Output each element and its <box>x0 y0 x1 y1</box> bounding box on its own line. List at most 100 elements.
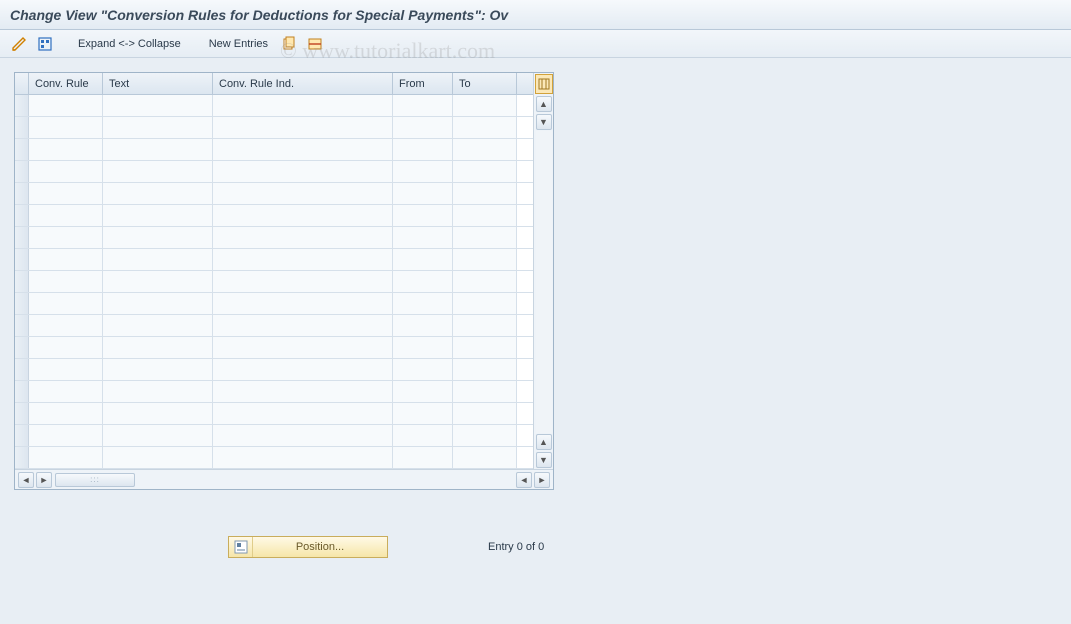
copy-icon[interactable] <box>280 35 298 53</box>
cell-from[interactable] <box>393 293 453 314</box>
cell-from[interactable] <box>393 205 453 226</box>
cell-from[interactable] <box>393 425 453 446</box>
cell-conv-rule-ind[interactable] <box>213 95 393 116</box>
scroll-up-bottom-icon[interactable]: ▲ <box>536 434 552 450</box>
scroll-left-end-icon[interactable]: ◄ <box>516 472 532 488</box>
cell-text[interactable] <box>103 95 213 116</box>
cell-from[interactable] <box>393 271 453 292</box>
row-selector[interactable] <box>15 249 29 270</box>
table-row[interactable] <box>15 205 533 227</box>
cell-from[interactable] <box>393 359 453 380</box>
table-row[interactable] <box>15 183 533 205</box>
cell-conv-rule-ind[interactable] <box>213 161 393 182</box>
cell-text[interactable] <box>103 271 213 292</box>
table-row[interactable] <box>15 117 533 139</box>
row-selector[interactable] <box>15 117 29 138</box>
cell-conv-rule-ind[interactable] <box>213 359 393 380</box>
row-selector[interactable] <box>15 447 29 468</box>
cell-from[interactable] <box>393 183 453 204</box>
cell-to[interactable] <box>453 271 517 292</box>
new-entries-button[interactable]: New Entries <box>205 36 272 52</box>
cell-text[interactable] <box>103 337 213 358</box>
row-selector[interactable] <box>15 381 29 402</box>
scroll-right-end-icon[interactable]: ► <box>534 472 550 488</box>
cell-conv-rule[interactable] <box>29 425 103 446</box>
row-selector[interactable] <box>15 183 29 204</box>
cell-to[interactable] <box>453 183 517 204</box>
selection-criteria-icon[interactable] <box>36 35 54 53</box>
cell-conv-rule-ind[interactable] <box>213 293 393 314</box>
cell-conv-rule-ind[interactable] <box>213 249 393 270</box>
row-selector[interactable] <box>15 205 29 226</box>
row-selector[interactable] <box>15 337 29 358</box>
cell-text[interactable] <box>103 161 213 182</box>
row-selector[interactable] <box>15 271 29 292</box>
row-selector[interactable] <box>15 161 29 182</box>
expand-collapse-button[interactable]: Expand <-> Collapse <box>74 36 185 52</box>
cell-conv-rule-ind[interactable] <box>213 205 393 226</box>
table-row[interactable] <box>15 447 533 469</box>
cell-to[interactable] <box>453 337 517 358</box>
table-row[interactable] <box>15 139 533 161</box>
cell-conv-rule[interactable] <box>29 381 103 402</box>
table-row[interactable] <box>15 161 533 183</box>
table-row[interactable] <box>15 381 533 403</box>
cell-conv-rule-ind[interactable] <box>213 315 393 336</box>
table-row[interactable] <box>15 403 533 425</box>
cell-text[interactable] <box>103 139 213 160</box>
row-selector[interactable] <box>15 227 29 248</box>
col-header-from[interactable]: From <box>393 73 453 94</box>
table-row[interactable] <box>15 95 533 117</box>
cell-to[interactable] <box>453 359 517 380</box>
cell-conv-rule[interactable] <box>29 183 103 204</box>
row-selector[interactable] <box>15 293 29 314</box>
hscroll-thumb[interactable]: ::: <box>55 473 135 487</box>
row-selector[interactable] <box>15 359 29 380</box>
cell-from[interactable] <box>393 117 453 138</box>
table-row[interactable] <box>15 315 533 337</box>
cell-from[interactable] <box>393 315 453 336</box>
cell-to[interactable] <box>453 293 517 314</box>
cell-to[interactable] <box>453 425 517 446</box>
table-row[interactable] <box>15 249 533 271</box>
cell-from[interactable] <box>393 95 453 116</box>
cell-from[interactable] <box>393 161 453 182</box>
cell-conv-rule-ind[interactable] <box>213 381 393 402</box>
cell-conv-rule[interactable] <box>29 139 103 160</box>
scroll-left-start-icon[interactable]: ◄ <box>18 472 34 488</box>
cell-from[interactable] <box>393 337 453 358</box>
cell-from[interactable] <box>393 227 453 248</box>
cell-conv-rule[interactable] <box>29 359 103 380</box>
cell-text[interactable] <box>103 205 213 226</box>
table-row[interactable] <box>15 337 533 359</box>
cell-from[interactable] <box>393 403 453 424</box>
cell-text[interactable] <box>103 117 213 138</box>
cell-to[interactable] <box>453 117 517 138</box>
position-button[interactable]: Position... <box>228 536 388 558</box>
table-row[interactable] <box>15 425 533 447</box>
row-selector[interactable] <box>15 315 29 336</box>
cell-conv-rule[interactable] <box>29 403 103 424</box>
vscroll-track[interactable] <box>536 131 552 433</box>
cell-conv-rule[interactable] <box>29 161 103 182</box>
hscroll-track[interactable]: ::: <box>55 473 195 487</box>
cell-text[interactable] <box>103 403 213 424</box>
cell-from[interactable] <box>393 139 453 160</box>
cell-conv-rule[interactable] <box>29 293 103 314</box>
row-selector-header[interactable] <box>15 73 29 94</box>
cell-conv-rule[interactable] <box>29 205 103 226</box>
row-selector[interactable] <box>15 425 29 446</box>
cell-conv-rule[interactable] <box>29 95 103 116</box>
col-header-conv-rule-ind[interactable]: Conv. Rule Ind. <box>213 73 393 94</box>
cell-text[interactable] <box>103 293 213 314</box>
cell-to[interactable] <box>453 403 517 424</box>
cell-to[interactable] <box>453 447 517 468</box>
cell-text[interactable] <box>103 359 213 380</box>
cell-to[interactable] <box>453 227 517 248</box>
cell-text[interactable] <box>103 183 213 204</box>
cell-conv-rule[interactable] <box>29 315 103 336</box>
cell-conv-rule-ind[interactable] <box>213 227 393 248</box>
cell-conv-rule-ind[interactable] <box>213 447 393 468</box>
cell-to[interactable] <box>453 249 517 270</box>
cell-text[interactable] <box>103 227 213 248</box>
